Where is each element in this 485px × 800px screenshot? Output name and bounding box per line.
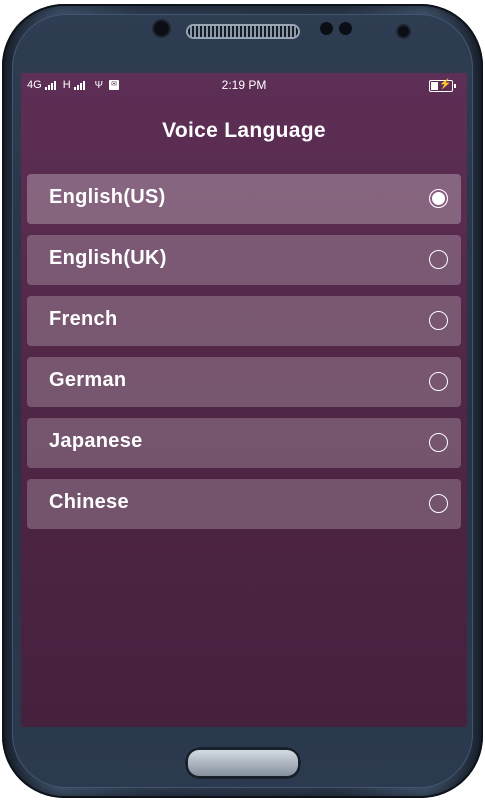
page-title: Voice Language	[162, 119, 326, 142]
radio-unselected-icon[interactable]	[429, 433, 448, 452]
radio-unselected-icon[interactable]	[429, 494, 448, 513]
language-option-german[interactable]: German	[27, 357, 461, 407]
language-label: Chinese	[49, 491, 129, 513]
front-camera	[154, 21, 169, 36]
earpiece-speaker	[188, 26, 298, 37]
language-option-english-us[interactable]: English(US)	[27, 174, 461, 224]
language-option-french[interactable]: French	[27, 296, 461, 346]
radio-unselected-icon[interactable]	[429, 311, 448, 330]
language-option-japanese[interactable]: Japanese	[27, 418, 461, 468]
status-time: 2:19 PM	[221, 78, 267, 92]
home-button[interactable]	[185, 747, 301, 779]
language-option-english-uk[interactable]: English(UK)	[27, 235, 461, 285]
status-bar: 4G H Ψ ✉ 2:19 PM ⚡	[21, 73, 467, 97]
proximity-sensor	[320, 22, 333, 35]
language-label: English(UK)	[49, 247, 167, 269]
language-list: English(US) English(UK) French German Ja…	[27, 174, 461, 540]
battery-icon: ⚡	[429, 79, 456, 92]
radio-unselected-icon[interactable]	[429, 250, 448, 269]
radio-unselected-icon[interactable]	[429, 372, 448, 391]
radio-selected-icon[interactable]	[429, 189, 448, 208]
language-label: German	[49, 369, 127, 391]
language-label: French	[49, 308, 118, 330]
app-screen: 4G H Ψ ✉ 2:19 PM ⚡ Voice Language Englis…	[21, 73, 467, 727]
secondary-sensor	[398, 26, 409, 37]
language-label: English(US)	[49, 186, 166, 208]
language-option-chinese[interactable]: Chinese	[27, 479, 461, 529]
light-sensor	[339, 22, 352, 35]
language-label: Japanese	[49, 430, 143, 452]
